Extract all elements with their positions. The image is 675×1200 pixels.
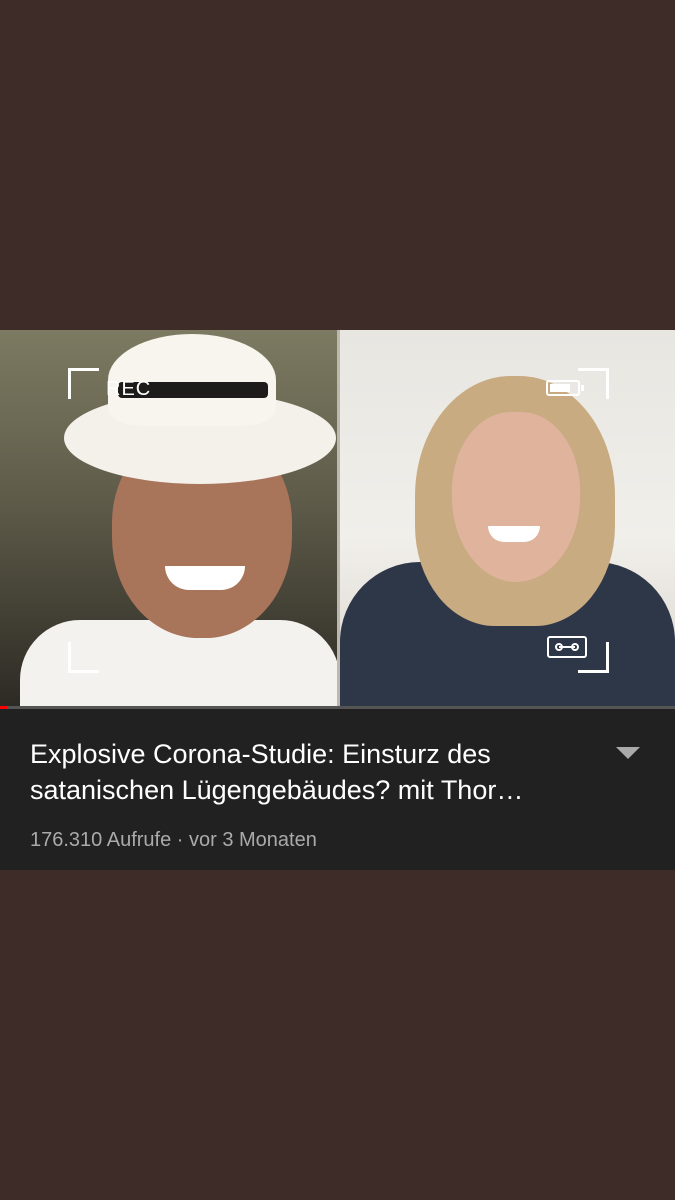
- video-title-line-2: satanischen Lügengebäudes? mit Thor…: [30, 775, 524, 805]
- battery-icon: [546, 380, 584, 396]
- frame-corner-icon: [578, 368, 609, 399]
- video-player[interactable]: REC: [0, 330, 675, 708]
- video-title[interactable]: Explosive Corona-Studie: Einsturz des sa…: [30, 736, 590, 808]
- video-info-panel: Explosive Corona-Studie: Einsturz des sa…: [0, 709, 675, 870]
- video-meta: 176.310 Aufrufe · vor 3 Monaten: [30, 829, 317, 851]
- video-left-participant: REC: [0, 330, 337, 708]
- frame-corner-icon: [68, 642, 99, 673]
- rec-label: REC: [106, 378, 152, 400]
- video-right-participant: [340, 330, 675, 708]
- chevron-down-icon[interactable]: [616, 747, 640, 759]
- video-title-line-1: Explosive Corona-Studie: Einsturz des: [30, 739, 491, 769]
- cassette-icon: [547, 636, 587, 658]
- frame-corner-icon: [68, 368, 99, 399]
